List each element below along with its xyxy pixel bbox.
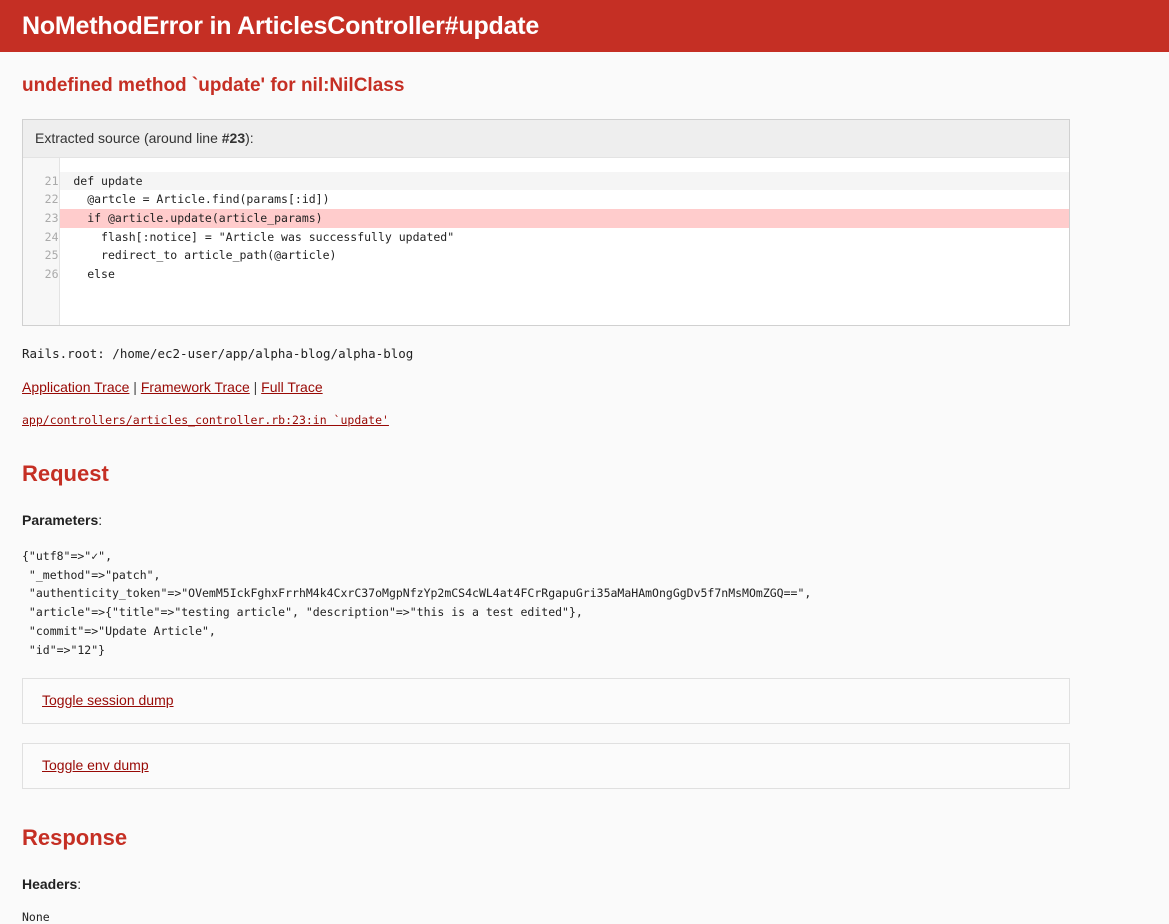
request-title: Request [22,461,109,487]
code-line-row: 22 @artcle = Article.find(params[:id]) [23,190,1069,209]
parameters-label: Parameters: [22,512,1147,528]
trace-separator-2: | [253,379,258,396]
source-header-line-number: #23 [221,129,246,146]
trace-frame-link[interactable]: app/controllers/articles_controller.rb:2… [22,413,389,427]
application-trace-link[interactable]: Application Trace [22,379,129,395]
code-line-number: 24 [23,227,60,247]
code-line-number: 22 [23,190,60,209]
headers-label: Headers: [22,876,1147,892]
extracted-source-header: Extracted source (around line #23): [23,119,1069,158]
headers-value: None [22,909,50,924]
code-line-row: 21 def update [23,171,1069,191]
code-line-number: 23 [23,208,60,228]
parameters-dump: {"utf8"=>"✓", "_method"=>"patch", "authe… [22,548,812,657]
code-line-row: 24 flash[:notice] = "Article was success… [23,227,1069,247]
code-pad-row [23,157,1069,172]
rails-root: Rails.root: /home/ec2-user/app/alpha-blo… [22,346,414,362]
toggle-env-dump-link[interactable]: Toggle env dump [42,757,149,773]
request-section: Request Parameters: {"utf8"=>"✓", "_meth… [22,461,1147,790]
session-dump-box[interactable]: Toggle session dump [22,678,1070,725]
code-line-text: @artcle = Article.find(params[:id]) [59,190,1069,209]
headers-label-colon: : [77,875,82,892]
source-header-prefix: Extracted source (around line [35,129,222,146]
response-section: Response Headers: None [22,825,1147,923]
code-line-row: 23 if @article.update(article_params) [23,208,1069,228]
code-line-number [23,283,60,326]
code-line-number: 21 [23,171,60,191]
headers-label-text: Headers [22,875,78,892]
trace-separator-1: | [133,379,137,396]
code-line-number: 25 [23,246,60,265]
trace-links: Application Trace | Framework Trace | Fu… [22,379,1147,395]
error-banner: NoMethodError in ArticlesController#upda… [0,0,1169,52]
code-pad-row [23,283,1069,326]
framework-trace-link[interactable]: Framework Trace [141,379,250,395]
parameters-label-text: Parameters [22,511,99,528]
trace-body: app/controllers/articles_controller.rb:2… [22,413,1147,427]
full-trace-link[interactable]: Full Trace [261,379,322,395]
code-line-number: 26 [23,264,60,284]
source-header-suffix: ): [245,129,254,146]
code-line-text: redirect_to article_path(@article) [59,246,1069,265]
content-column: undefined method `update' for nil:NilCla… [0,74,1169,924]
parameters-label-colon: : [98,511,103,528]
code-line-text: flash[:notice] = "Article was successful… [59,227,1069,247]
env-dump-box[interactable]: Toggle env dump [22,743,1070,790]
code-line-text [59,283,1069,326]
extracted-source-box: Extracted source (around line #23): 21 d… [22,118,1070,327]
code-line-text: else [59,264,1069,284]
code-line-row: 26 else [23,264,1069,284]
error-message: undefined method `update' for nil:NilCla… [22,75,405,96]
code-line-row: 25 redirect_to article_path(@article) [23,246,1069,265]
response-title: Response [22,825,128,851]
source-code-table: 21 def update 22 @artcle = Article.find(p… [23,157,1069,326]
code-line-text: if @article.update(article_params) [59,208,1069,228]
code-line-number [23,157,60,172]
code-line-text [59,157,1069,172]
page-title: NoMethodError in ArticlesController#upda… [22,11,540,40]
toggle-session-dump-link[interactable]: Toggle session dump [42,692,174,708]
code-line-text: def update [59,171,1069,191]
source-code-body: 21 def update 22 @artcle = Article.find(p… [23,157,1069,326]
